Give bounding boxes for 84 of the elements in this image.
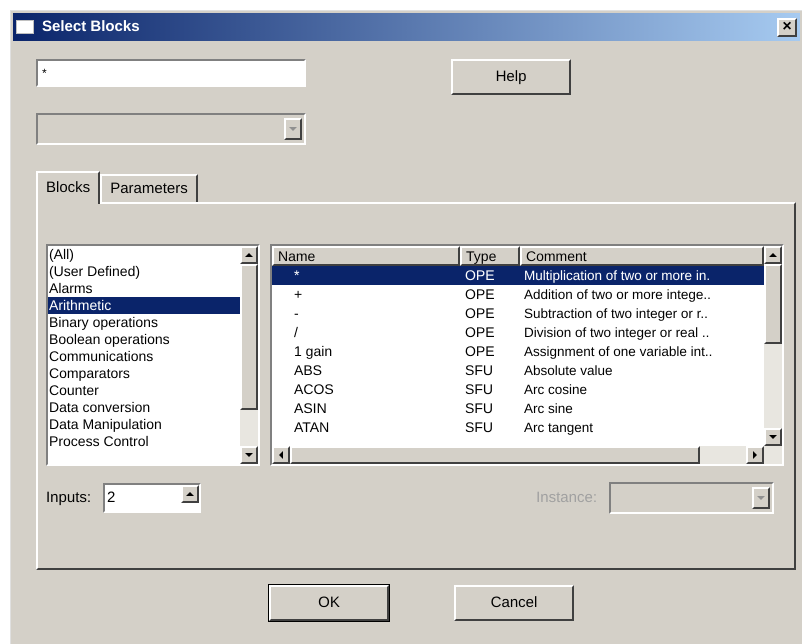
table-cell-text: Assignment of one variable int.. bbox=[523, 343, 714, 361]
table-row[interactable]: ACOS SFU Arc cosine bbox=[272, 380, 764, 399]
table-cell-text: Arc cosine bbox=[523, 381, 588, 399]
table-cell-text: Division of two integer or real .. bbox=[523, 324, 710, 342]
category-item[interactable]: Data conversion bbox=[48, 399, 240, 416]
inputs-label: Inputs: bbox=[46, 488, 92, 508]
scroll-down-button[interactable] bbox=[764, 428, 782, 446]
vertical-scrollbar[interactable] bbox=[240, 246, 258, 464]
table-cell-text: OPE bbox=[464, 342, 496, 361]
table-cell-text: - bbox=[293, 304, 300, 323]
down-arrow-icon bbox=[244, 450, 254, 460]
category-item[interactable]: Boolean operations bbox=[48, 331, 240, 348]
table-row[interactable]: + OPE Addition of two or more intege.. bbox=[272, 285, 764, 304]
horizontal-scrollbar[interactable] bbox=[272, 446, 782, 464]
table-row[interactable]: ASIN SFU Arc sine bbox=[272, 399, 764, 418]
table-cell-text: / bbox=[293, 323, 299, 342]
table-cell-text: Subtraction of two integer or r.. bbox=[523, 305, 709, 323]
ok-button[interactable]: OK bbox=[269, 585, 389, 621]
dropdown-arrow-icon bbox=[756, 493, 766, 503]
category-item[interactable]: Comparators bbox=[48, 365, 240, 382]
scrollbar-thumb[interactable] bbox=[764, 264, 782, 344]
table-cell-text: Multiplication of two or more in. bbox=[523, 267, 712, 285]
scroll-left-button[interactable] bbox=[272, 446, 290, 464]
table-cell-text: Arc tangent bbox=[523, 419, 594, 437]
table-cell-text: SFU bbox=[464, 418, 494, 437]
category-item[interactable]: Process Control bbox=[48, 433, 240, 450]
category-item[interactable]: (User Defined) bbox=[48, 263, 240, 280]
table-cell-text: SFU bbox=[464, 399, 494, 418]
category-item[interactable]: Counter bbox=[48, 382, 240, 399]
right-arrow-icon bbox=[750, 450, 760, 460]
table-row[interactable]: / OPE Division of two integer or real .. bbox=[272, 323, 764, 342]
scroll-up-button[interactable] bbox=[240, 246, 258, 264]
vertical-scrollbar[interactable] bbox=[764, 246, 782, 446]
tab[interactable]: Blocks bbox=[36, 171, 100, 204]
scroll-up-button[interactable] bbox=[764, 246, 782, 264]
table-cell-text: Addition of two or more intege.. bbox=[523, 286, 712, 304]
table-cell-text: OPE bbox=[464, 266, 496, 285]
table-cell-text: SFU bbox=[464, 361, 494, 380]
category-item[interactable]: Arithmetic bbox=[48, 297, 240, 314]
table-cell-text: SFU bbox=[464, 380, 494, 399]
table-cell-text: ACOS bbox=[293, 380, 335, 399]
search-field[interactable]: * bbox=[36, 59, 306, 87]
window-icon bbox=[16, 20, 34, 34]
scrollbar-thumb[interactable] bbox=[240, 264, 258, 410]
table-cell-text: 1 gain bbox=[293, 342, 334, 361]
up-arrow-icon bbox=[185, 489, 196, 499]
category-item[interactable]: Alarms bbox=[48, 280, 240, 297]
table-row[interactable]: - OPE Subtraction of two integer or r.. bbox=[272, 304, 764, 323]
close-button[interactable]: × bbox=[777, 18, 797, 36]
dropdown-arrow-icon bbox=[288, 124, 298, 134]
table-cell-text: ASIN bbox=[293, 399, 328, 418]
cancel-button[interactable]: Cancel bbox=[454, 585, 574, 621]
tab[interactable]: Parameters bbox=[100, 174, 198, 202]
window-title: Select Blocks bbox=[42, 16, 140, 37]
category-item[interactable]: Data Manipulation bbox=[48, 416, 240, 433]
column-header[interactable]: Name bbox=[272, 246, 460, 266]
inputs-value: 2 bbox=[106, 488, 116, 508]
table-cell-text: Absolute value bbox=[523, 362, 614, 380]
help-button[interactable]: Help bbox=[451, 59, 571, 95]
up-arrow-icon bbox=[244, 250, 254, 260]
table-cell-text: OPE bbox=[464, 323, 496, 342]
scroll-down-button[interactable] bbox=[240, 446, 258, 464]
category-item[interactable]: (All) bbox=[48, 246, 240, 263]
table-cell-text: * bbox=[293, 266, 300, 285]
table-row[interactable]: ATAN SFU Arc tangent bbox=[272, 418, 764, 437]
table-cell-text: OPE bbox=[464, 304, 496, 323]
table-cell-text: OPE bbox=[464, 285, 496, 304]
table-row[interactable]: 1 gain OPE Assignment of one variable int.. bbox=[272, 342, 764, 361]
up-arrow-icon bbox=[768, 250, 778, 260]
scrollbar-thumb[interactable] bbox=[290, 446, 700, 464]
table-row[interactable]: * OPE Multiplication of two or more in. bbox=[272, 266, 764, 285]
scroll-right-button[interactable] bbox=[746, 446, 764, 464]
inputs-spinner[interactable]: 2 bbox=[103, 483, 202, 513]
column-header[interactable]: Comment bbox=[520, 246, 764, 266]
category-item[interactable]: Communications bbox=[48, 348, 240, 365]
table-cell-text: Arc sine bbox=[523, 400, 574, 418]
table-row[interactable]: ABS SFU Absolute value bbox=[272, 361, 764, 380]
table-cell-text: ATAN bbox=[293, 418, 330, 437]
table-cell-text: ABS bbox=[293, 361, 324, 380]
table-cell-text: + bbox=[293, 285, 304, 304]
column-header[interactable]: Type bbox=[460, 246, 520, 266]
down-arrow-icon bbox=[768, 432, 778, 442]
spin-up-button[interactable] bbox=[181, 485, 200, 503]
category-item[interactable]: Binary operations bbox=[48, 314, 240, 331]
